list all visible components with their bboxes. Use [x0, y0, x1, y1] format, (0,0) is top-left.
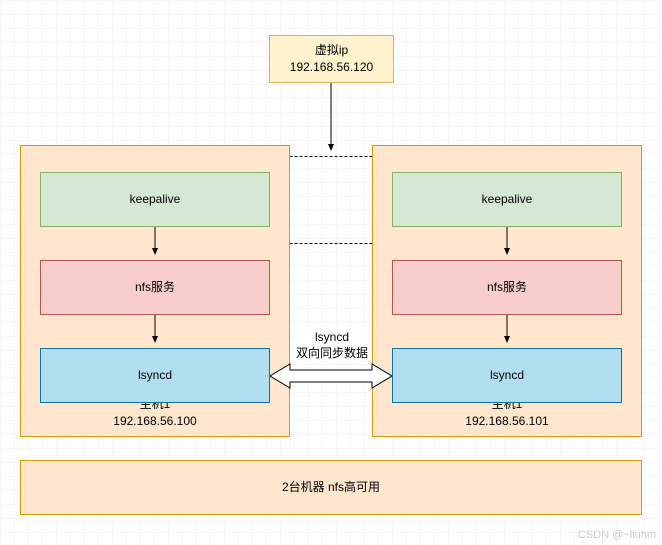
- host-1-lsyncd: lsyncd: [40, 348, 270, 403]
- host-1-keepalive: keepalive: [40, 172, 270, 227]
- host-1-nfs-label: nfs服务: [135, 279, 175, 296]
- host-2-lsyncd: lsyncd: [392, 348, 622, 403]
- vip-label: 虚拟ip: [315, 42, 348, 59]
- host-2-lsyncd-label: lsyncd: [490, 367, 524, 384]
- sync-label-line2: 双向同步数据: [296, 346, 368, 360]
- host-2-nfs-label: nfs服务: [487, 279, 527, 296]
- host-1-nfs: nfs服务: [40, 260, 270, 315]
- host-2-nfs: nfs服务: [392, 260, 622, 315]
- watermark: CSDN @~liuhm: [578, 529, 656, 541]
- sync-label: lsyncd 双向同步数据: [294, 330, 370, 361]
- diagram-title-text: 2台机器 nfs高可用: [282, 479, 380, 496]
- sync-label-line1: lsyncd: [315, 330, 349, 344]
- sync-arrow-icon: [270, 362, 392, 390]
- host-1-ip: 192.168.56.100: [113, 413, 196, 430]
- host-1-keepalive-label: keepalive: [130, 191, 181, 208]
- diagram-title: 2台机器 nfs高可用: [20, 460, 642, 515]
- vip-ip: 192.168.56.120: [290, 59, 373, 76]
- vip-box: 虚拟ip 192.168.56.120: [269, 35, 394, 83]
- host-1-lsyncd-label: lsyncd: [138, 367, 172, 384]
- host-2-keepalive-label: keepalive: [482, 191, 533, 208]
- host-2-ip: 192.168.56.101: [465, 413, 548, 430]
- host-2-keepalive: keepalive: [392, 172, 622, 227]
